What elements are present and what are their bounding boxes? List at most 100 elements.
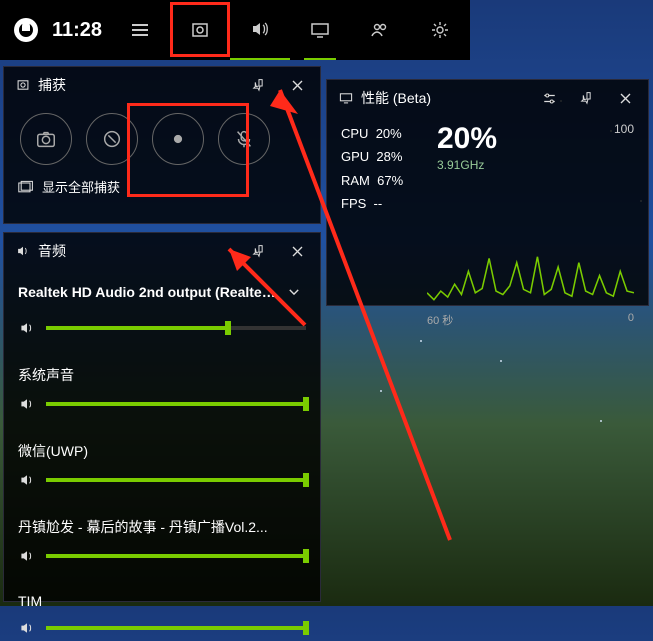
app-volume-slider[interactable] bbox=[46, 478, 306, 482]
clock: 11:28 bbox=[52, 19, 102, 42]
perf-chart bbox=[427, 224, 634, 310]
widgets-menu-button[interactable] bbox=[110, 0, 170, 60]
perf-y-min: 0 bbox=[628, 312, 634, 328]
audio-device-name: Realtek HD Audio 2nd output (Realtek Hi.… bbox=[18, 284, 282, 300]
perf-stat-list: CPU 20% GPU 28% RAM 67% FPS -- bbox=[341, 122, 427, 216]
people-icon bbox=[370, 20, 390, 40]
device-volume-row bbox=[18, 315, 306, 341]
ram-value: 67% bbox=[377, 173, 403, 188]
perf-options-button[interactable] bbox=[534, 83, 564, 113]
cpu-label: CPU bbox=[341, 126, 368, 141]
capture-header: 捕获 bbox=[4, 67, 320, 103]
monitor-icon bbox=[310, 20, 330, 40]
perf-big-value: 20% bbox=[437, 122, 598, 156]
capture-icon bbox=[190, 20, 210, 40]
close-icon bbox=[290, 244, 305, 259]
slider-thumb[interactable] bbox=[225, 321, 231, 335]
app-volume-row bbox=[18, 615, 306, 641]
pin-button[interactable] bbox=[244, 236, 274, 266]
ram-label: RAM bbox=[341, 173, 370, 188]
perf-y-max: 100 bbox=[608, 122, 634, 216]
speaker-icon bbox=[18, 548, 36, 564]
pin-icon bbox=[252, 244, 267, 259]
start-recording-button[interactable] bbox=[152, 113, 204, 165]
speaker-icon bbox=[16, 244, 30, 258]
audio-app-row: TIM bbox=[18, 575, 306, 641]
app-volume-slider[interactable] bbox=[46, 554, 306, 558]
slider-thumb[interactable] bbox=[303, 621, 309, 635]
screenshot-button[interactable] bbox=[20, 113, 72, 165]
speaker-icon bbox=[18, 620, 36, 636]
mic-off-icon bbox=[233, 128, 255, 150]
pin-button[interactable] bbox=[244, 70, 274, 100]
capture-icon bbox=[16, 78, 30, 92]
close-button[interactable] bbox=[282, 70, 312, 100]
audio-app-row: 系统声音 bbox=[18, 347, 306, 417]
gear-icon bbox=[430, 20, 450, 40]
show-all-captures-label: 显示全部捕获 bbox=[42, 177, 120, 196]
cpu-value: 20% bbox=[376, 126, 402, 141]
audio-panel: 音频 Realtek HD Audio 2nd output (Realtek … bbox=[3, 232, 321, 602]
performance-panel: 性能 (Beta) CPU 20% GPU 28% RAM 67% FPS --… bbox=[326, 79, 649, 306]
pin-icon bbox=[252, 78, 267, 93]
audio-app-row: 微信(UWP) bbox=[18, 423, 306, 493]
mic-toggle-button[interactable] bbox=[218, 113, 270, 165]
audio-title: 音频 bbox=[38, 241, 236, 261]
speaker-icon bbox=[18, 396, 36, 412]
perf-frequency: 3.91GHz bbox=[437, 158, 598, 172]
performance-button[interactable] bbox=[290, 0, 350, 60]
app-volume-row bbox=[18, 391, 306, 417]
slider-fill bbox=[46, 402, 306, 406]
app-volume-row bbox=[18, 467, 306, 493]
sliders-icon bbox=[542, 91, 557, 106]
close-icon bbox=[290, 78, 305, 93]
audio-app-name: 系统声音 bbox=[18, 365, 306, 385]
game-bar-topbar: 11:28 bbox=[0, 0, 470, 60]
slider-fill bbox=[46, 554, 306, 558]
slider-thumb[interactable] bbox=[303, 473, 309, 487]
capture-panel: 捕获 显示全部捕获 bbox=[3, 66, 321, 224]
performance-header: 性能 (Beta) bbox=[327, 80, 648, 116]
speaker-icon bbox=[250, 19, 270, 39]
chevron-down-icon bbox=[287, 285, 301, 299]
record-last-button[interactable] bbox=[86, 113, 138, 165]
app-volume-slider[interactable] bbox=[46, 402, 306, 406]
pin-button[interactable] bbox=[572, 83, 602, 113]
audio-header: 音频 bbox=[4, 233, 320, 269]
audio-app-name: 丹镇尬发 - 幕后的故事 - 丹镇广播Vol.2... bbox=[18, 517, 306, 537]
slider-fill bbox=[46, 326, 228, 330]
slider-fill bbox=[46, 626, 306, 630]
record-icon bbox=[167, 128, 189, 150]
audio-device-dropdown[interactable] bbox=[282, 285, 306, 299]
fps-label: FPS bbox=[341, 196, 366, 211]
xbox-logo-icon[interactable] bbox=[14, 18, 38, 42]
app-volume-row bbox=[18, 543, 306, 569]
audio-app-row: 丹镇尬发 - 幕后的故事 - 丹镇广播Vol.2... bbox=[18, 499, 306, 569]
audio-app-name: TIM bbox=[18, 593, 306, 609]
xbox-social-button[interactable] bbox=[350, 0, 410, 60]
performance-title: 性能 (Beta) bbox=[361, 88, 526, 108]
camera-icon bbox=[35, 128, 57, 150]
perf-x-label: 60 秒 bbox=[427, 312, 453, 328]
fps-value: -- bbox=[374, 196, 383, 211]
capture-button[interactable] bbox=[170, 0, 230, 60]
list-icon bbox=[130, 20, 150, 40]
slider-thumb[interactable] bbox=[303, 549, 309, 563]
gpu-label: GPU bbox=[341, 149, 369, 164]
audio-button[interactable] bbox=[230, 0, 290, 60]
speaker-icon bbox=[18, 320, 36, 336]
show-all-captures[interactable]: 显示全部捕获 bbox=[4, 171, 320, 202]
capture-title: 捕获 bbox=[38, 75, 236, 95]
device-volume-slider[interactable] bbox=[46, 326, 306, 330]
slider-fill bbox=[46, 478, 306, 482]
speaker-icon bbox=[18, 472, 36, 488]
close-button[interactable] bbox=[282, 236, 312, 266]
gpu-value: 28% bbox=[376, 149, 402, 164]
settings-button[interactable] bbox=[410, 0, 470, 60]
pin-icon bbox=[580, 91, 595, 106]
audio-app-name: 微信(UWP) bbox=[18, 441, 306, 461]
slider-thumb[interactable] bbox=[303, 397, 309, 411]
app-volume-slider[interactable] bbox=[46, 626, 306, 630]
close-button[interactable] bbox=[610, 83, 640, 113]
close-icon bbox=[618, 91, 633, 106]
